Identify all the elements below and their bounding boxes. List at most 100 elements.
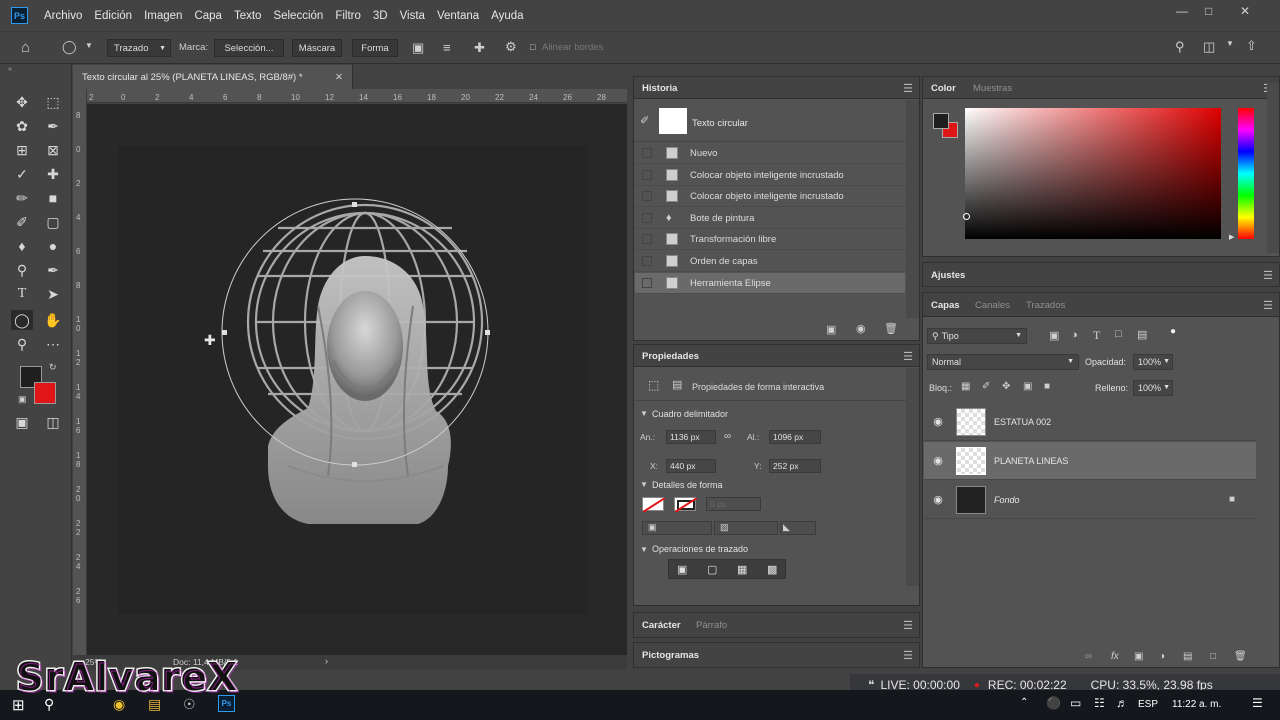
height-field[interactable]: 1096 px	[769, 430, 821, 444]
type-tool-icon[interactable]: T	[11, 284, 33, 304]
checkbox-icon[interactable]: □	[530, 42, 535, 52]
history-item[interactable]: Nuevo	[635, 143, 905, 164]
tab-propiedades[interactable]: Propiedades	[642, 351, 699, 362]
document-tab[interactable]: Texto circular al 25% (PLANETA LINEAS, R…	[73, 65, 353, 89]
menu-archivo[interactable]: Archivo	[44, 10, 82, 22]
layer-filter-select[interactable]: ⚲ Tipo ▼	[927, 328, 1027, 344]
hue-slider-handle-icon[interactable]: ▶	[1229, 233, 1234, 241]
lock-transparent-icon[interactable]: ▦	[961, 381, 970, 392]
frame-tool-icon[interactable]: ⊠	[42, 140, 64, 160]
layer-row[interactable]: ◉ Fondo ■	[924, 481, 1256, 519]
menu-vista[interactable]: Vista	[400, 10, 425, 22]
default-colors-icon[interactable]: ▣	[18, 394, 27, 405]
network-icon[interactable]: ☷	[1094, 696, 1105, 710]
layer-row[interactable]: ◉ ESTATUA 002	[924, 403, 1256, 441]
dodge-tool-icon[interactable]: ⚲	[11, 260, 33, 280]
stroke-width-field[interactable]: 0 px	[706, 497, 761, 511]
x-field[interactable]: 440 px	[666, 459, 716, 473]
tab-ajustes[interactable]: Ajustes	[931, 270, 965, 281]
color-picker-handle[interactable]	[963, 213, 970, 220]
quick-select-tool-icon[interactable]: ✒	[42, 116, 64, 136]
chevron-right-icon[interactable]: ›	[325, 656, 328, 666]
background-color-swatch[interactable]	[34, 382, 56, 404]
ellipse-tool-preset-icon[interactable]: ◯	[62, 39, 77, 55]
history-scrollbar[interactable]	[906, 100, 919, 318]
eye-icon[interactable]: ◉	[924, 493, 952, 506]
microphone-icon[interactable]: ⚫	[1046, 696, 1061, 710]
exclude-shapes-icon[interactable]: ▩	[767, 563, 777, 576]
path-arrangement-icon[interactable]: ✚	[474, 40, 485, 56]
battery-icon[interactable]: ▭	[1070, 696, 1081, 710]
menu-seleccion[interactable]: Selección	[273, 10, 323, 22]
trash-icon[interactable]: 🗑	[884, 322, 898, 335]
notifications-icon[interactable]: ☰	[1252, 696, 1263, 710]
history-brush-icon[interactable]: ✐	[640, 114, 649, 127]
panel-menu-icon[interactable]: ☰	[1263, 299, 1273, 312]
forma-button[interactable]: Forma	[352, 39, 398, 57]
lock-artboard-icon[interactable]: ▣	[1023, 381, 1032, 392]
menu-edicion[interactable]: Edición	[94, 10, 132, 22]
home-icon[interactable]: ⌂	[21, 39, 30, 56]
menu-imagen[interactable]: Imagen	[144, 10, 182, 22]
opacity-field[interactable]: 100% ▼	[1133, 354, 1173, 370]
eye-icon[interactable]: ◉	[924, 454, 952, 467]
gear-icon[interactable]: ⚙	[505, 39, 517, 55]
chevron-down-icon[interactable]: ▼	[1226, 39, 1234, 48]
subtract-shape-icon[interactable]: ▢	[707, 563, 717, 576]
history-snapshot[interactable]: ✐ Texto circular	[634, 100, 906, 142]
maximize-icon[interactable]: □	[1205, 4, 1212, 18]
folder-icon[interactable]: ▤	[1183, 651, 1192, 662]
menu-texto[interactable]: Texto	[234, 10, 262, 22]
menu-filtro[interactable]: Filtro	[335, 10, 361, 22]
history-item[interactable]: Colocar objeto inteligente incrustado	[635, 165, 905, 186]
tab-muestras[interactable]: Muestras	[973, 83, 1012, 94]
combine-shapes-icon[interactable]: ▣	[677, 563, 687, 576]
menu-3d[interactable]: 3D	[373, 10, 388, 22]
filter-type-icon[interactable]: T	[1093, 328, 1100, 343]
new-layer-icon[interactable]: □	[1210, 651, 1216, 662]
minimize-icon[interactable]: —	[1176, 4, 1188, 18]
y-field[interactable]: 252 px	[769, 459, 821, 473]
stroke-align-select[interactable]: ▣	[642, 521, 712, 535]
chevron-up-icon[interactable]: ⌃	[1020, 697, 1028, 708]
hand-tool-icon[interactable]: ✋	[42, 310, 64, 330]
marquee-tool-icon[interactable]: ⬚	[42, 92, 64, 112]
hue-slider[interactable]	[1238, 108, 1254, 239]
speaker-icon[interactable]: ♬	[1116, 696, 1128, 710]
tab-color[interactable]: Color	[931, 83, 956, 94]
fill-swatch[interactable]	[642, 497, 666, 513]
lock-all-icon[interactable]: ■	[1044, 381, 1050, 392]
lock-position-icon[interactable]: ✥	[1002, 381, 1010, 392]
trash-icon[interactable]: 🗑	[1234, 651, 1247, 662]
filter-shape-icon[interactable]: □	[1115, 328, 1122, 340]
share-icon[interactable]: ⇧	[1246, 38, 1257, 54]
menu-ayuda[interactable]: Ayuda	[491, 10, 523, 22]
swap-colors-icon[interactable]: ↻	[49, 362, 57, 373]
width-field[interactable]: 1136 px	[666, 430, 716, 444]
blur-tool-icon[interactable]: ●	[42, 236, 64, 256]
tab-parrafo[interactable]: Párrafo	[696, 620, 727, 631]
paint-bucket-tool-icon[interactable]: ♦	[11, 236, 33, 256]
alinear-bordes-label[interactable]: Alinear bordes	[542, 42, 603, 53]
eye-icon[interactable]: ◉	[924, 415, 952, 428]
move-tool-icon[interactable]: ✥	[11, 92, 33, 112]
tab-capas[interactable]: Capas	[931, 300, 960, 311]
seleccion-button[interactable]: Selección...	[214, 39, 284, 57]
panel-menu-icon[interactable]: ☰	[903, 82, 913, 95]
fx-icon[interactable]: fx	[1111, 651, 1119, 662]
link-icon[interactable]: ∞	[724, 431, 731, 442]
tab-caracter[interactable]: Carácter	[642, 620, 681, 631]
tab-historia[interactable]: Historia	[642, 83, 677, 94]
quick-mask-icon[interactable]: ▣	[11, 412, 33, 432]
tab-pictogramas[interactable]: Pictogramas	[642, 650, 699, 661]
stamp-tool-icon[interactable]: ■	[42, 188, 64, 208]
fg-color-swatch[interactable]	[933, 113, 949, 129]
properties-scrollbar[interactable]	[906, 368, 919, 586]
close-icon[interactable]: ✕	[335, 72, 343, 83]
intersect-shapes-icon[interactable]: ▦	[737, 563, 747, 576]
workspace-icon[interactable]: ◫	[1203, 39, 1215, 55]
screen-mode-icon[interactable]: ◫	[42, 412, 64, 432]
adjustment-layer-icon[interactable]: ◑	[1159, 651, 1165, 662]
mascara-button[interactable]: Máscara	[292, 39, 342, 57]
menu-ventana[interactable]: Ventana	[437, 10, 479, 22]
